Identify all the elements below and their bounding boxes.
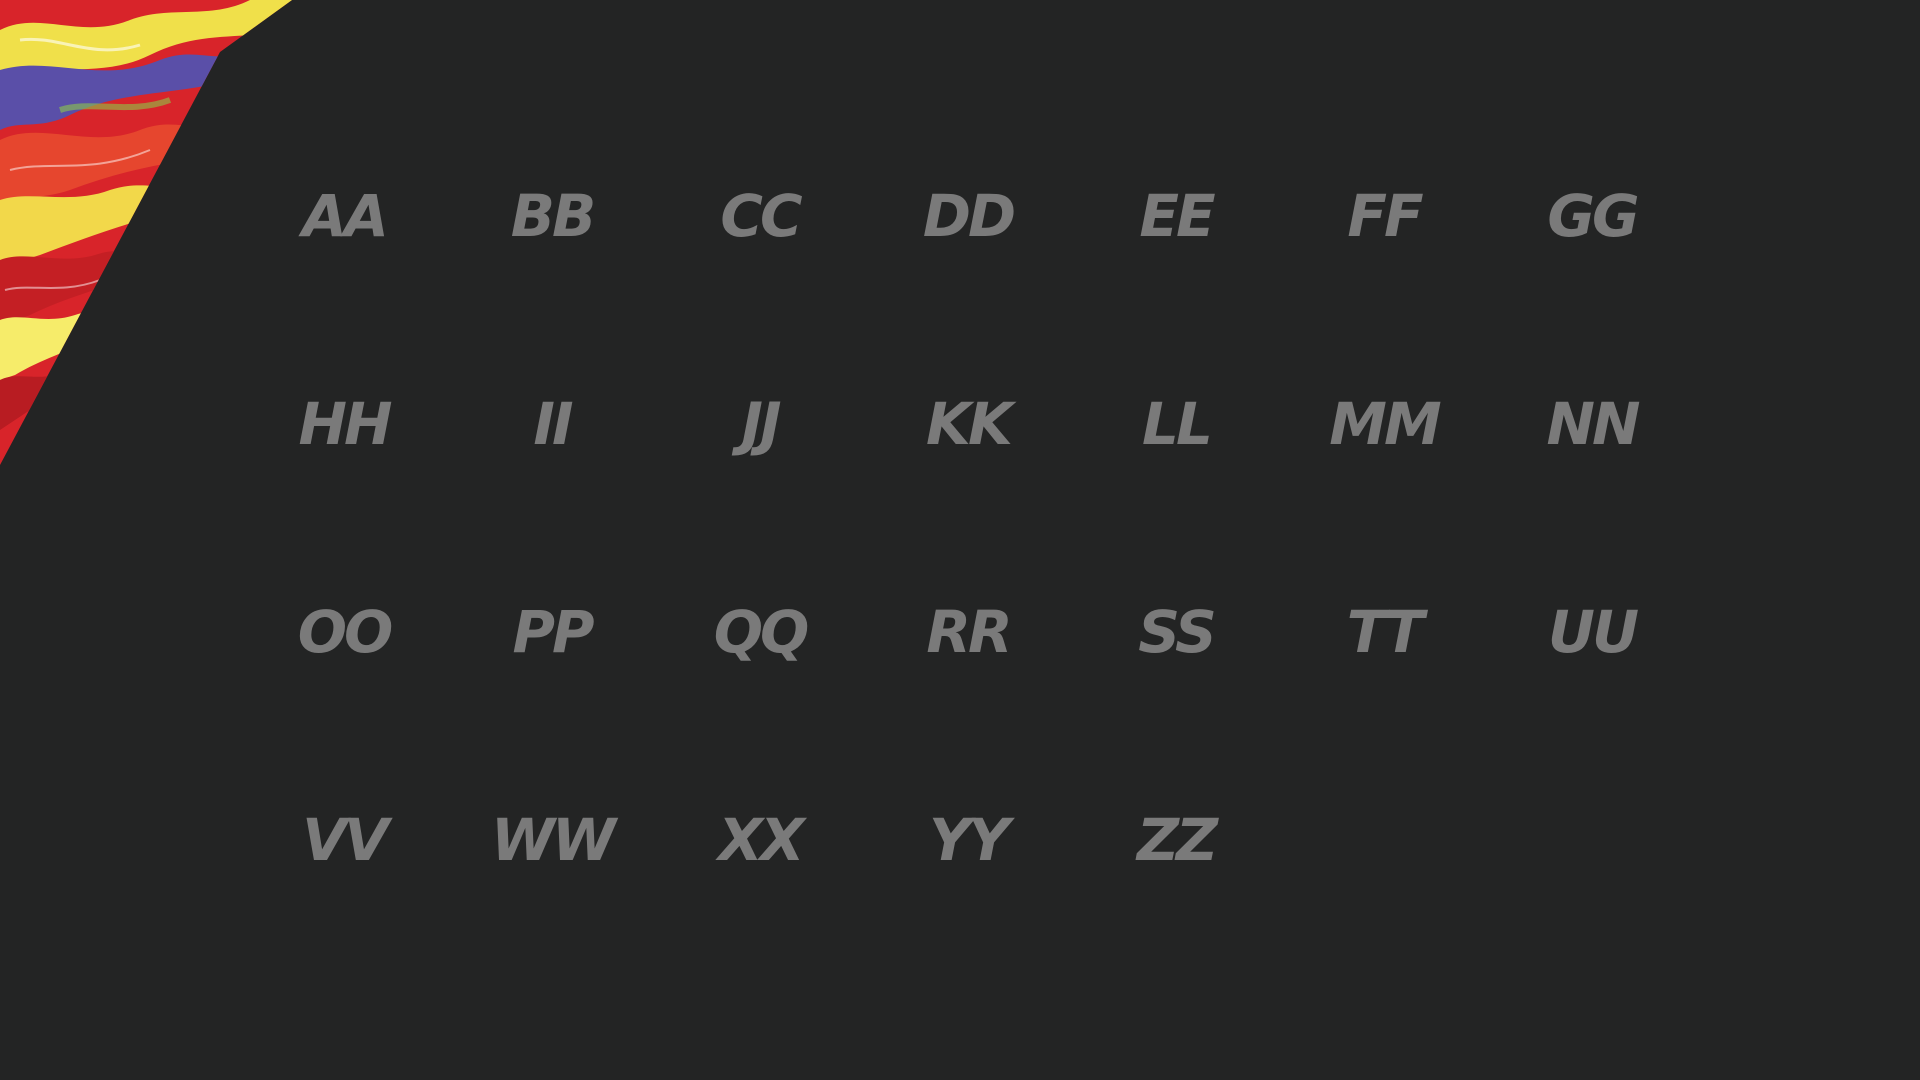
glyph-cell: NN: [1488, 373, 1696, 581]
glyph-pair: RR: [926, 598, 1012, 666]
glyph-pair: JJ: [741, 390, 781, 458]
glyph-cell: FF: [1280, 165, 1488, 373]
glyph-cell: II: [448, 373, 656, 581]
glyph-pair: QQ: [713, 598, 810, 666]
glyph-cell: ZZ: [1072, 789, 1280, 997]
glyph-cell: JJ: [656, 373, 864, 581]
glyph-pair: NN: [1546, 390, 1640, 458]
glyph-cell: WW: [448, 789, 656, 997]
glyph-pair: KK: [926, 390, 1013, 458]
glyph-cell: VV: [240, 789, 448, 997]
glyph-pair: AA: [302, 182, 389, 250]
glyph-pair: UU: [1547, 598, 1639, 666]
glyph-cell: SS: [1072, 581, 1280, 789]
glyph-cell: KK: [864, 373, 1072, 581]
glyph-pair: GG: [1547, 182, 1639, 250]
glyph-cell: LL: [1072, 373, 1280, 581]
glyph-cell: XX: [656, 789, 864, 997]
glyph-cell: PP: [448, 581, 656, 789]
glyph-cell: QQ: [656, 581, 864, 789]
glyph-cell: DD: [864, 165, 1072, 373]
glyph-pair: BB: [510, 182, 596, 250]
glyph-cell: YY: [864, 789, 1072, 997]
glyph-cell: TT: [1280, 581, 1488, 789]
glyph-cell: HH: [240, 373, 448, 581]
glyph-pair: FF: [1347, 182, 1423, 250]
glyph-pair: VV: [302, 806, 389, 874]
glyph-cell: EE: [1072, 165, 1280, 373]
glyph-pair: LL: [1142, 390, 1213, 458]
glyph-pair: TT: [1346, 598, 1424, 666]
glyph-pair: OO: [297, 598, 394, 666]
glyph-pair: SS: [1138, 598, 1217, 666]
glyph-cell: BB: [448, 165, 656, 373]
glyph-cell: MM: [1280, 373, 1488, 581]
glyph-pair: PP: [512, 598, 594, 666]
glyph-pair: ZZ: [1136, 806, 1218, 874]
glyph-pair: EE: [1139, 182, 1215, 250]
glyph-cell: GG: [1488, 165, 1696, 373]
glyph-pair: WW: [491, 806, 616, 874]
glyph-cell: CC: [656, 165, 864, 373]
glyph-cell: OO: [240, 581, 448, 789]
glyph-pair: CC: [720, 182, 802, 250]
glyph-pair: XX: [718, 806, 804, 874]
glyph-cell: RR: [864, 581, 1072, 789]
glyph-pair: YY: [929, 806, 1010, 874]
glyph-grid: AA BB CC DD EE FF GG HH II JJ KK LL MM NN OO PP QQ RR SS TT…: [240, 165, 1696, 997]
glyph-pair: HH: [298, 390, 392, 458]
glyph-cell: AA: [240, 165, 448, 373]
glyph-pair: DD: [922, 182, 1016, 250]
glyph-cell: UU: [1488, 581, 1696, 789]
glyph-pair: II: [533, 390, 573, 458]
glyph-pair: MM: [1329, 390, 1441, 458]
